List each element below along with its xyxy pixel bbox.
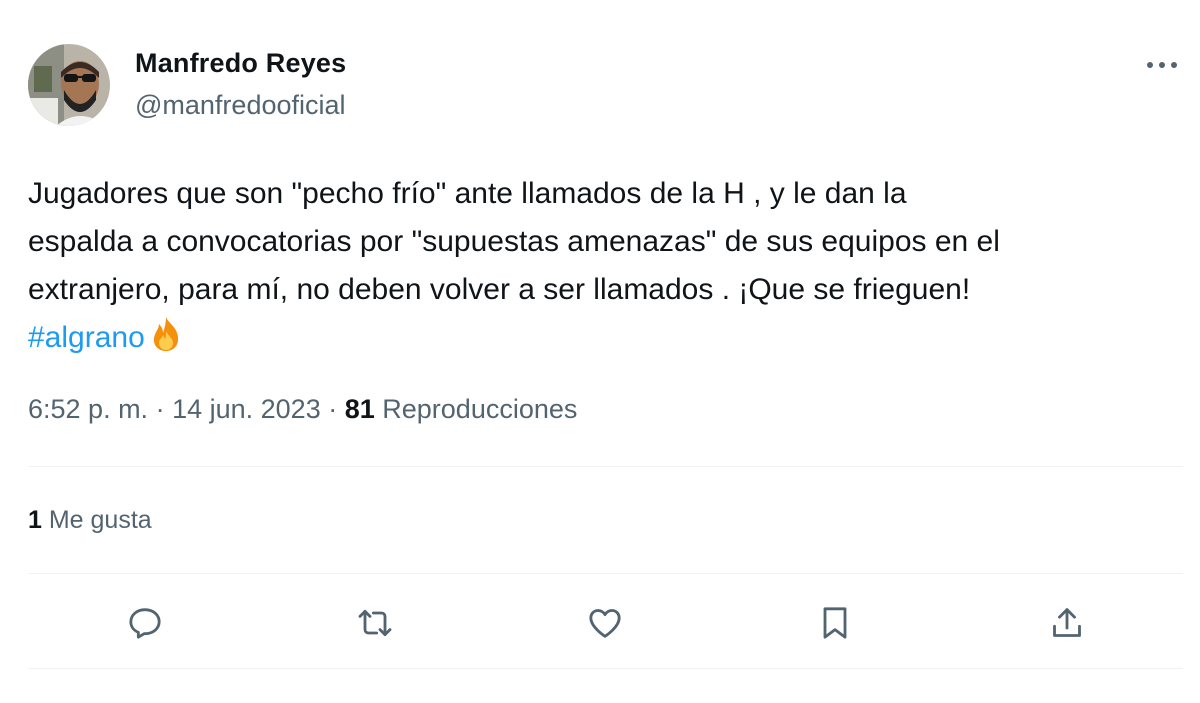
divider	[28, 573, 1183, 574]
reply-button[interactable]	[122, 600, 168, 646]
views-count: 81	[344, 394, 375, 424]
meta-separator: ·	[320, 394, 345, 424]
more-options-button[interactable]	[1140, 50, 1184, 80]
reply-icon	[129, 608, 161, 639]
views-label: Reproducciones	[374, 394, 578, 424]
divider	[28, 668, 1183, 669]
tweet-date[interactable]: 14 jun. 2023	[172, 394, 321, 424]
share-icon	[1053, 608, 1081, 637]
tweet-meta: 6:52 p. m. · 14 jun. 2023 · 81 Reproducc…	[28, 394, 577, 425]
tweet-text-line: extranjero, para mí, no deben volver a s…	[28, 273, 971, 306]
fire-icon	[147, 315, 185, 368]
likes-summary[interactable]: 1 Me gusta	[28, 506, 152, 535]
bookmark-button[interactable]	[812, 600, 858, 646]
tweet-text-line: Jugadores que son "pecho frío" ante llam…	[28, 177, 907, 210]
avatar[interactable]	[28, 44, 110, 126]
heart-icon	[589, 609, 621, 638]
like-button[interactable]	[582, 600, 628, 646]
tweet-text: Jugadores que son "pecho frío" ante llam…	[28, 170, 1178, 368]
divider	[28, 466, 1183, 467]
tweet-text-line: espalda a convocatorias por "supuestas a…	[28, 225, 1000, 258]
retweet-icon	[358, 609, 392, 637]
retweet-button[interactable]	[352, 600, 398, 646]
likes-count: 1	[28, 506, 42, 534]
tweet-time[interactable]: 6:52 p. m.	[28, 394, 148, 424]
meta-separator: ·	[148, 394, 173, 424]
share-button[interactable]	[1044, 600, 1090, 646]
bookmark-icon	[823, 607, 847, 639]
likes-label: Me gusta	[41, 506, 152, 534]
tweet-hashtag-line: #algrano	[28, 314, 1178, 368]
more-icon	[1147, 62, 1177, 68]
author-name[interactable]: Manfredo Reyes	[135, 48, 346, 79]
author-handle[interactable]: @manfredooficial	[135, 90, 346, 121]
hashtag-link[interactable]: #algrano	[28, 321, 145, 354]
